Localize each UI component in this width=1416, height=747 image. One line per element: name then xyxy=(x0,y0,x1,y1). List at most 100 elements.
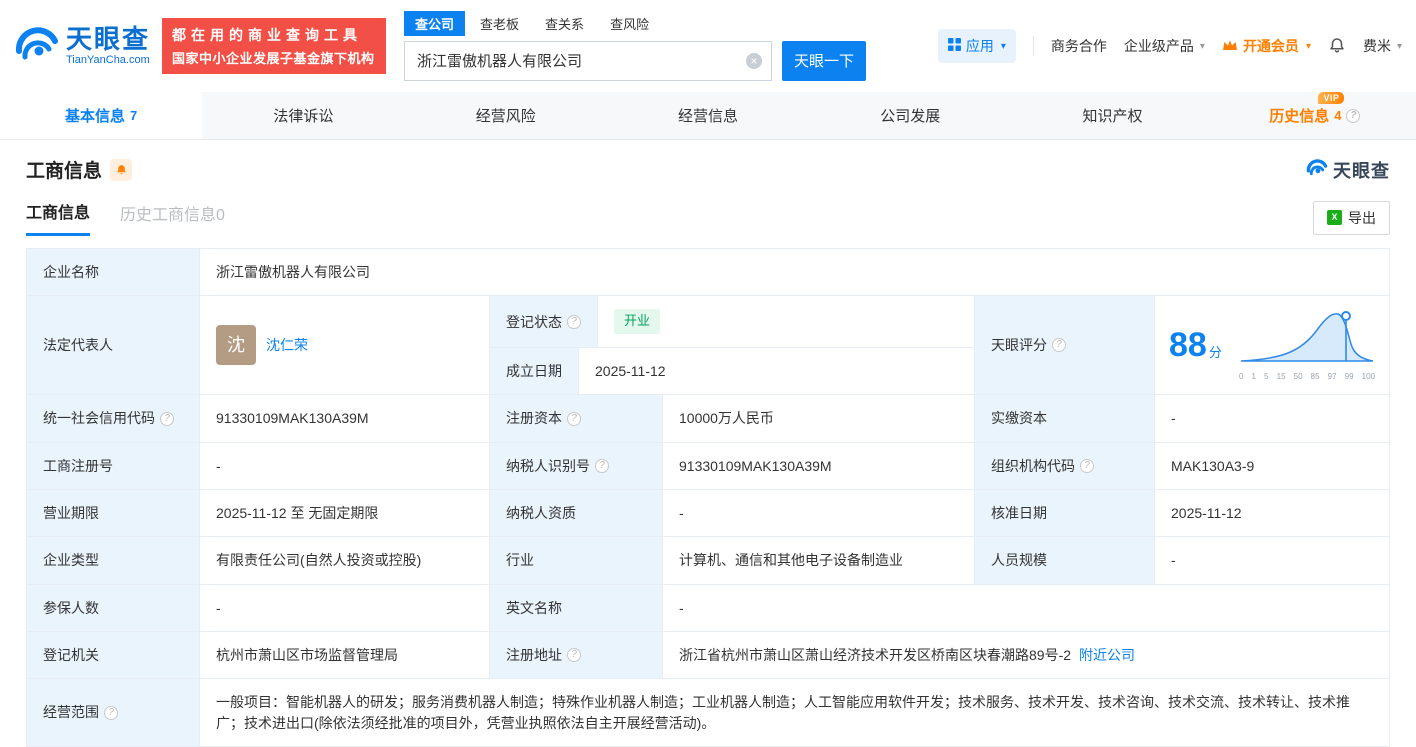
nav-tab-operation-info[interactable]: 经营信息 xyxy=(607,92,809,139)
business-scope-value: 一般项目：智能机器人的研发；服务消费机器人制造；特殊作业机器人制造；工业机器人制… xyxy=(200,679,1390,747)
company-type-label: 企业类型 xyxy=(27,537,200,585)
notifications-bell-icon[interactable] xyxy=(1328,36,1346,57)
search-tabs: 查公司 查老板 查关系 查风险 xyxy=(404,10,866,36)
english-name-label: 英文名称 xyxy=(490,584,663,632)
status-badge: 开业 xyxy=(614,309,661,335)
help-icon[interactable] xyxy=(1346,108,1361,123)
company-name-label: 企业名称 xyxy=(27,249,200,297)
reg-status-label: 登记状态 xyxy=(490,296,598,349)
nav-tab-history-info[interactable]: 历史信息 4 VIP xyxy=(1214,92,1416,139)
company-type-value: 有限责任公司(自然人投资或控股) xyxy=(200,537,490,585)
nav-tab-operation-risk[interactable]: 经营风险 xyxy=(405,92,607,139)
table-row: 企业类型 有限责任公司(自然人投资或控股) 行业 计算机、通信和其他电子设备制造… xyxy=(27,537,1390,585)
table-row: 法定代表人 沈 沈仁荣 登记状态 开业 成立日期 xyxy=(27,296,1390,396)
establish-date-value: 2025-11-12 xyxy=(579,348,975,396)
paid-capital-value: - xyxy=(1155,395,1390,443)
section-header: 工商信息 天眼查 xyxy=(26,156,1390,183)
reg-authority-value: 杭州市萧山区市场监督管理局 xyxy=(200,631,490,680)
nav-tab-intellectual-property[interactable]: 知识产权 xyxy=(1011,92,1213,139)
credit-code-value: 91330109MAK130A39M xyxy=(200,395,490,443)
nav-tab-basic-info[interactable]: 基本信息 7 xyxy=(0,92,203,139)
promo-line2: 国家中小企业发展子基金旗下机构 xyxy=(172,51,375,66)
business-cooperation-link[interactable]: 商务合作 xyxy=(1051,36,1107,56)
search-button[interactable]: 天眼一下 xyxy=(782,40,867,81)
help-icon[interactable] xyxy=(567,648,581,663)
org-code-label: 组织机构代码 xyxy=(975,442,1155,491)
paid-capital-label: 实缴资本 xyxy=(975,395,1155,443)
search-tab-boss[interactable]: 查老板 xyxy=(469,11,530,36)
legal-rep-value: 沈 沈仁荣 xyxy=(200,296,490,396)
apps-menu-button[interactable]: 应用 xyxy=(937,29,1016,63)
company-name-value: 浙江雷傲机器人有限公司 xyxy=(200,249,1390,297)
export-label: 导出 xyxy=(1348,209,1376,226)
table-row: 营业期限 2025-11-12 至 无固定期限 纳税人资质 - 核准日期 202… xyxy=(27,490,1390,538)
open-vip-button[interactable]: 开通会员 xyxy=(1222,36,1311,56)
reg-status-value: 开业 xyxy=(598,296,975,349)
nav-tab-label: 基本信息 xyxy=(65,108,126,125)
score-unit: 分 xyxy=(1208,344,1222,360)
score-axis-ticks: 0 1 5 15 50 85 97 99 100 xyxy=(1239,371,1375,381)
help-icon[interactable] xyxy=(1052,338,1066,353)
tianyancha-logo[interactable]: 天眼查 TianYanCha.com xyxy=(14,22,150,71)
taxpayer-quality-value: - xyxy=(663,490,975,538)
search-tab-relation[interactable]: 查关系 xyxy=(534,11,595,36)
monitor-bell-icon[interactable] xyxy=(110,158,133,181)
legal-rep-link[interactable]: 沈仁荣 xyxy=(266,335,308,355)
brand-watermark: 天眼查 xyxy=(1306,157,1390,183)
search-tab-company[interactable]: 查公司 xyxy=(404,10,466,36)
nav-tab-label: 经营风险 xyxy=(475,108,536,125)
search-tab-risk[interactable]: 查风险 xyxy=(599,11,660,36)
search-input[interactable] xyxy=(404,40,773,81)
nav-tab-count: 4 xyxy=(1334,108,1342,123)
help-icon[interactable] xyxy=(567,314,581,329)
vip-badge: VIP xyxy=(1318,92,1345,104)
subtabs: 工商信息 历史工商信息0 X 导出 xyxy=(26,199,1390,236)
export-button[interactable]: X 导出 xyxy=(1313,200,1390,235)
reg-authority-label: 登记机关 xyxy=(27,631,200,680)
enterprise-products-menu[interactable]: 企业级产品 xyxy=(1124,36,1205,56)
logo-title: 天眼查 xyxy=(66,24,151,54)
tianyancha-logo-icon xyxy=(14,22,60,71)
legal-rep-avatar[interactable]: 沈 xyxy=(216,325,256,366)
apps-menu-label: 应用 xyxy=(965,38,994,54)
org-code-value: MAK130A3-9 xyxy=(1155,442,1390,491)
nav-tab-label: 历史信息 xyxy=(1269,108,1330,125)
help-icon[interactable] xyxy=(595,458,609,473)
nav-tab-count: 7 xyxy=(130,108,138,123)
approval-date-label: 核准日期 xyxy=(975,490,1155,538)
help-icon[interactable] xyxy=(104,705,118,720)
nearby-companies-link[interactable]: 附近公司 xyxy=(1079,645,1135,665)
taxpayer-quality-label: 纳税人资质 xyxy=(490,490,663,538)
main-nav: 基本信息 7 法律诉讼 经营风险 经营信息 公司发展 知识产权 历史信息 4 V… xyxy=(0,92,1416,140)
score-distribution-chart: 0 1 5 15 50 85 97 99 100 xyxy=(1239,308,1375,382)
subtab-history-business-info[interactable]: 历史工商信息0 xyxy=(120,201,225,235)
nav-tab-legal[interactable]: 法律诉讼 xyxy=(202,92,404,139)
promo-banner: 都在用的商业查询工具 国家中小企业发展子基金旗下机构 xyxy=(162,18,387,74)
staff-size-label: 人员规模 xyxy=(975,537,1155,585)
help-icon[interactable] xyxy=(1080,458,1094,473)
section-title: 工商信息 xyxy=(26,161,103,182)
business-term-value: 2025-11-12 至 无固定期限 xyxy=(200,490,490,538)
help-icon[interactable] xyxy=(567,411,581,426)
reg-capital-label: 注册资本 xyxy=(490,395,663,443)
nav-tab-company-development[interactable]: 公司发展 xyxy=(809,92,1011,139)
reg-address-value: 浙江省杭州市萧山区萧山经济技术开发区桥南区块春潮路89号-2 附近公司 xyxy=(663,631,1390,680)
table-row: 统一社会信用代码 91330109MAK130A39M 注册资本 10000万人… xyxy=(27,395,1390,443)
nav-tab-label: 公司发展 xyxy=(880,108,941,125)
table-subrow: 成立日期 2025-11-12 xyxy=(490,348,975,396)
table-subrow: 登记状态 开业 xyxy=(490,296,975,349)
english-name-value: - xyxy=(663,584,1390,632)
table-row: 工商注册号 - 纳税人识别号 91330109MAK130A39M 组织机构代码… xyxy=(27,442,1390,491)
brand-watermark-text: 天眼查 xyxy=(1333,160,1390,181)
business-info-table: 企业名称 浙江雷傲机器人有限公司 法定代表人 沈 沈仁荣 登记状态 ? 开业 成… xyxy=(26,248,1390,747)
taxpayer-id-value: 91330109MAK130A39M xyxy=(663,442,975,491)
clear-search-icon[interactable] xyxy=(746,52,763,69)
staff-size-value: - xyxy=(1155,537,1390,585)
subtab-business-info[interactable]: 工商信息 xyxy=(26,199,91,236)
help-icon[interactable] xyxy=(160,411,174,426)
user-menu[interactable]: 费米 xyxy=(1363,36,1402,56)
status-date-column: 登记状态 开业 成立日期 2025-11-12 xyxy=(490,296,975,396)
score-number: 88 xyxy=(1169,326,1207,365)
logo-domain: TianYanCha.com xyxy=(66,54,150,66)
reg-number-value: - xyxy=(200,442,490,491)
